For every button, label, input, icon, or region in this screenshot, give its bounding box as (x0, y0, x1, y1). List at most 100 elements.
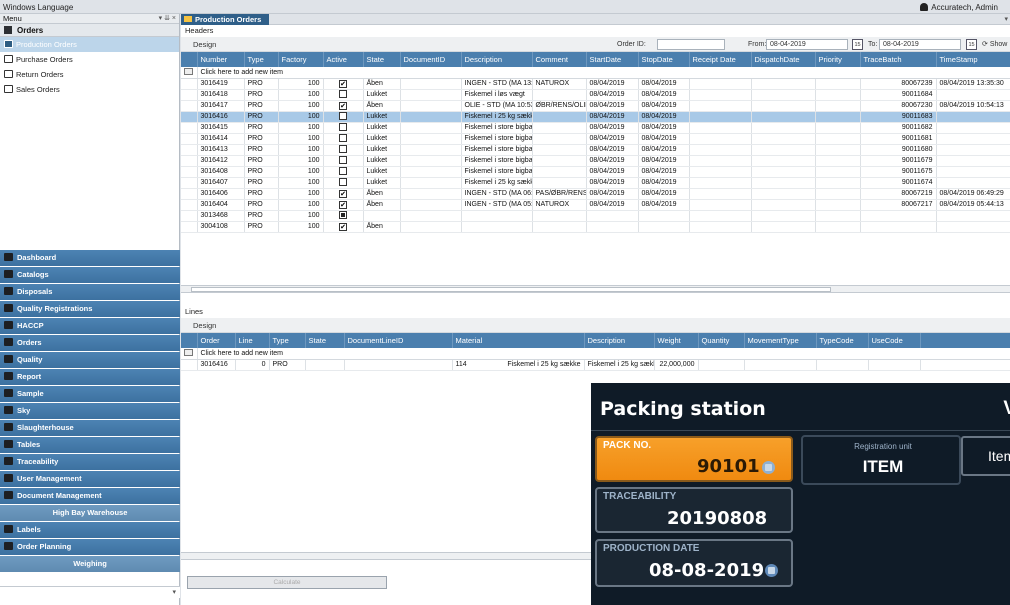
column-header-state[interactable]: State (305, 333, 345, 348)
table-row[interactable]: 3016407 PRO 100 Lukket Fiskemel i 25 kg sækk… (181, 177, 1010, 189)
table-row[interactable]: 3016408 PRO 100 Lukket Fiskemel i store bigb… (181, 166, 1010, 178)
column-header-order[interactable]: Order (197, 333, 236, 348)
active-checkbox[interactable]: ✔ (339, 222, 347, 231)
table-row[interactable]: 3016416 0 PRO 114 Fiskemel i 25 kg sække Fisk… (181, 359, 1010, 371)
pack-no-card[interactable]: PACK NO. 90101 (595, 436, 793, 482)
nav-high-bay-warehouse[interactable]: High Bay Warehouse (0, 505, 180, 521)
nav-document-management[interactable]: Document Management (0, 488, 180, 504)
headers-horizontal-scrollbar[interactable] (181, 285, 1010, 293)
cell-active[interactable] (323, 89, 364, 101)
column-header-quantity[interactable]: Quantity (698, 333, 745, 348)
column-header-dispatchdate[interactable]: DispatchDate (751, 52, 816, 67)
cell-active[interactable]: ✔ (323, 221, 364, 233)
show-button[interactable]: ⟳ Show (982, 37, 1007, 52)
column-header-documentlineid[interactable]: DocumentLineID (344, 333, 453, 348)
calendar-icon[interactable]: 15 (966, 39, 977, 50)
cell-active[interactable] (323, 155, 364, 167)
to-date-input[interactable]: 08-04-2019 (879, 39, 961, 50)
nav-traceability[interactable]: Traceability (0, 454, 180, 470)
nav-tables[interactable]: Tables (0, 437, 180, 453)
column-header-typecode[interactable]: TypeCode (816, 333, 869, 348)
column-header-weight[interactable]: Weight (654, 333, 699, 348)
sidebar-item-production-orders[interactable]: Production Orders (0, 37, 179, 52)
column-header-type[interactable]: Type (244, 52, 279, 67)
active-checkbox[interactable]: ✔ (339, 200, 347, 209)
scrollbar-thumb[interactable] (191, 287, 831, 292)
active-checkbox[interactable] (339, 133, 347, 142)
active-checkbox[interactable] (339, 111, 347, 120)
column-header-movementtype[interactable]: MovementType (744, 333, 817, 348)
nav-report[interactable]: Report (0, 369, 180, 385)
table-row[interactable]: 3016413 PRO 100 Lukket Fiskemel i store bigb… (181, 144, 1010, 156)
traceability-card[interactable]: TRACEABILITY 20190808 (595, 487, 793, 533)
calendar-icon[interactable] (765, 564, 778, 577)
active-checkbox[interactable] (339, 155, 347, 164)
cell-active[interactable] (323, 111, 364, 123)
column-header-usecode[interactable]: UseCode (868, 333, 921, 348)
column-header-description[interactable]: Description (461, 52, 533, 67)
table-row[interactable]: 3016414 PRO 100 Lukket Fiskemel i store bigb… (181, 133, 1010, 145)
column-header-state[interactable]: State (363, 52, 401, 67)
cell-active[interactable] (323, 210, 364, 222)
column-header-description[interactable]: Description (584, 333, 655, 348)
nav-quality[interactable]: Quality (0, 352, 180, 368)
add-new-item-row[interactable]: Click here to add new item (181, 67, 1010, 79)
active-checkbox[interactable]: ✔ (339, 101, 347, 110)
tab-production-orders[interactable]: Production Orders (181, 14, 270, 25)
column-header-timestamp[interactable]: TimeStamp (936, 52, 1010, 67)
nav-labels[interactable]: Labels (0, 522, 180, 538)
design-label[interactable]: Design (193, 40, 216, 49)
cell-active[interactable]: ✔ (323, 78, 364, 90)
column-header-type[interactable]: Type (269, 333, 306, 348)
column-header-priority[interactable]: Priority (815, 52, 861, 67)
nav-orders[interactable]: Orders (0, 335, 180, 351)
cell-active[interactable] (323, 166, 364, 178)
cell-active[interactable] (323, 144, 364, 156)
table-row[interactable]: 3013468 PRO 100 (181, 210, 1010, 222)
production-date-card[interactable]: PRODUCTION DATE 08-08-2019 (595, 539, 793, 587)
active-checkbox[interactable] (339, 144, 347, 153)
cell-active[interactable] (323, 122, 364, 134)
nav-dashboard[interactable]: Dashboard (0, 250, 180, 266)
table-row[interactable]: 3016418 PRO 100 Lukket Fiskemel i løs vægt 08… (181, 89, 1010, 101)
tab-dropdown-icon[interactable]: ▾ (1004, 15, 1008, 23)
table-row[interactable]: 3016404PRO100 ✔ Åben INGEN - STD (MA 05:44)… (181, 199, 1010, 211)
column-header-receipt-date[interactable]: Receipt Date (689, 52, 752, 67)
active-checkbox[interactable] (339, 89, 347, 98)
table-row[interactable]: 3016416 PRO 100 Lukket Fiskemel i 25 kg sækk… (181, 111, 1010, 123)
nav-disposals[interactable]: Disposals (0, 284, 180, 300)
nav-haccp[interactable]: HACCP (0, 318, 180, 334)
calculate-button[interactable]: Calculate (187, 576, 387, 589)
column-header-comment[interactable]: Comment (532, 52, 587, 67)
from-date-input[interactable]: 08-04-2019 (766, 39, 848, 50)
sidebar-item-sales-orders[interactable]: Sales Orders (0, 82, 179, 97)
active-checkbox[interactable]: ✔ (339, 79, 347, 88)
list-icon[interactable] (762, 461, 775, 474)
menu-panel-controls[interactable]: ▾ ⇊ × (159, 14, 176, 24)
add-new-item-row[interactable]: Click here to add new item (181, 348, 1010, 360)
registration-unit-card[interactable]: Registration unit ITEM (801, 435, 961, 485)
nav-sky[interactable]: Sky (0, 403, 180, 419)
menu-bottom-selector[interactable]: ▾ (0, 586, 180, 598)
nav-slaughterhouse[interactable]: Slaughterhouse (0, 420, 180, 436)
sidebar-item-purchase-orders[interactable]: Purchase Orders (0, 52, 179, 67)
cell-active[interactable] (323, 133, 364, 145)
column-header-active[interactable]: Active (323, 52, 364, 67)
table-row[interactable]: 3016417 PRO 100 ✔ Åben OLIE - STD (MA 10:53) Ø… (181, 100, 1010, 112)
table-row[interactable]: 3016406PRO100 ✔ Åben INGEN - STD (MA 06:49)… (181, 188, 1010, 200)
order-id-input[interactable] (657, 39, 725, 50)
table-row[interactable]: 3016419PRO100 ✔ Åben INGEN - STD (MA 13:35)… (181, 78, 1010, 90)
sidebar-item-return-orders[interactable]: Return Orders (0, 67, 179, 82)
active-checkbox[interactable] (339, 122, 347, 131)
active-checkbox[interactable]: ✔ (339, 189, 347, 198)
nav-sample[interactable]: Sample (0, 386, 180, 402)
item-tab[interactable]: Item (961, 436, 1010, 476)
table-row[interactable]: 3016412 PRO 100 Lukket Fiskemel i store bigb… (181, 155, 1010, 167)
active-checkbox[interactable] (339, 177, 347, 186)
column-header-stopdate[interactable]: StopDate (638, 52, 690, 67)
current-user[interactable]: Accuratech, Admin (920, 3, 998, 12)
nav-quality-registrations[interactable]: Quality Registrations (0, 301, 180, 317)
lines-horizontal-scrollbar[interactable] (181, 552, 591, 560)
nav-weighing[interactable]: Weighing (0, 556, 180, 572)
column-header-line[interactable]: Line (235, 333, 270, 348)
